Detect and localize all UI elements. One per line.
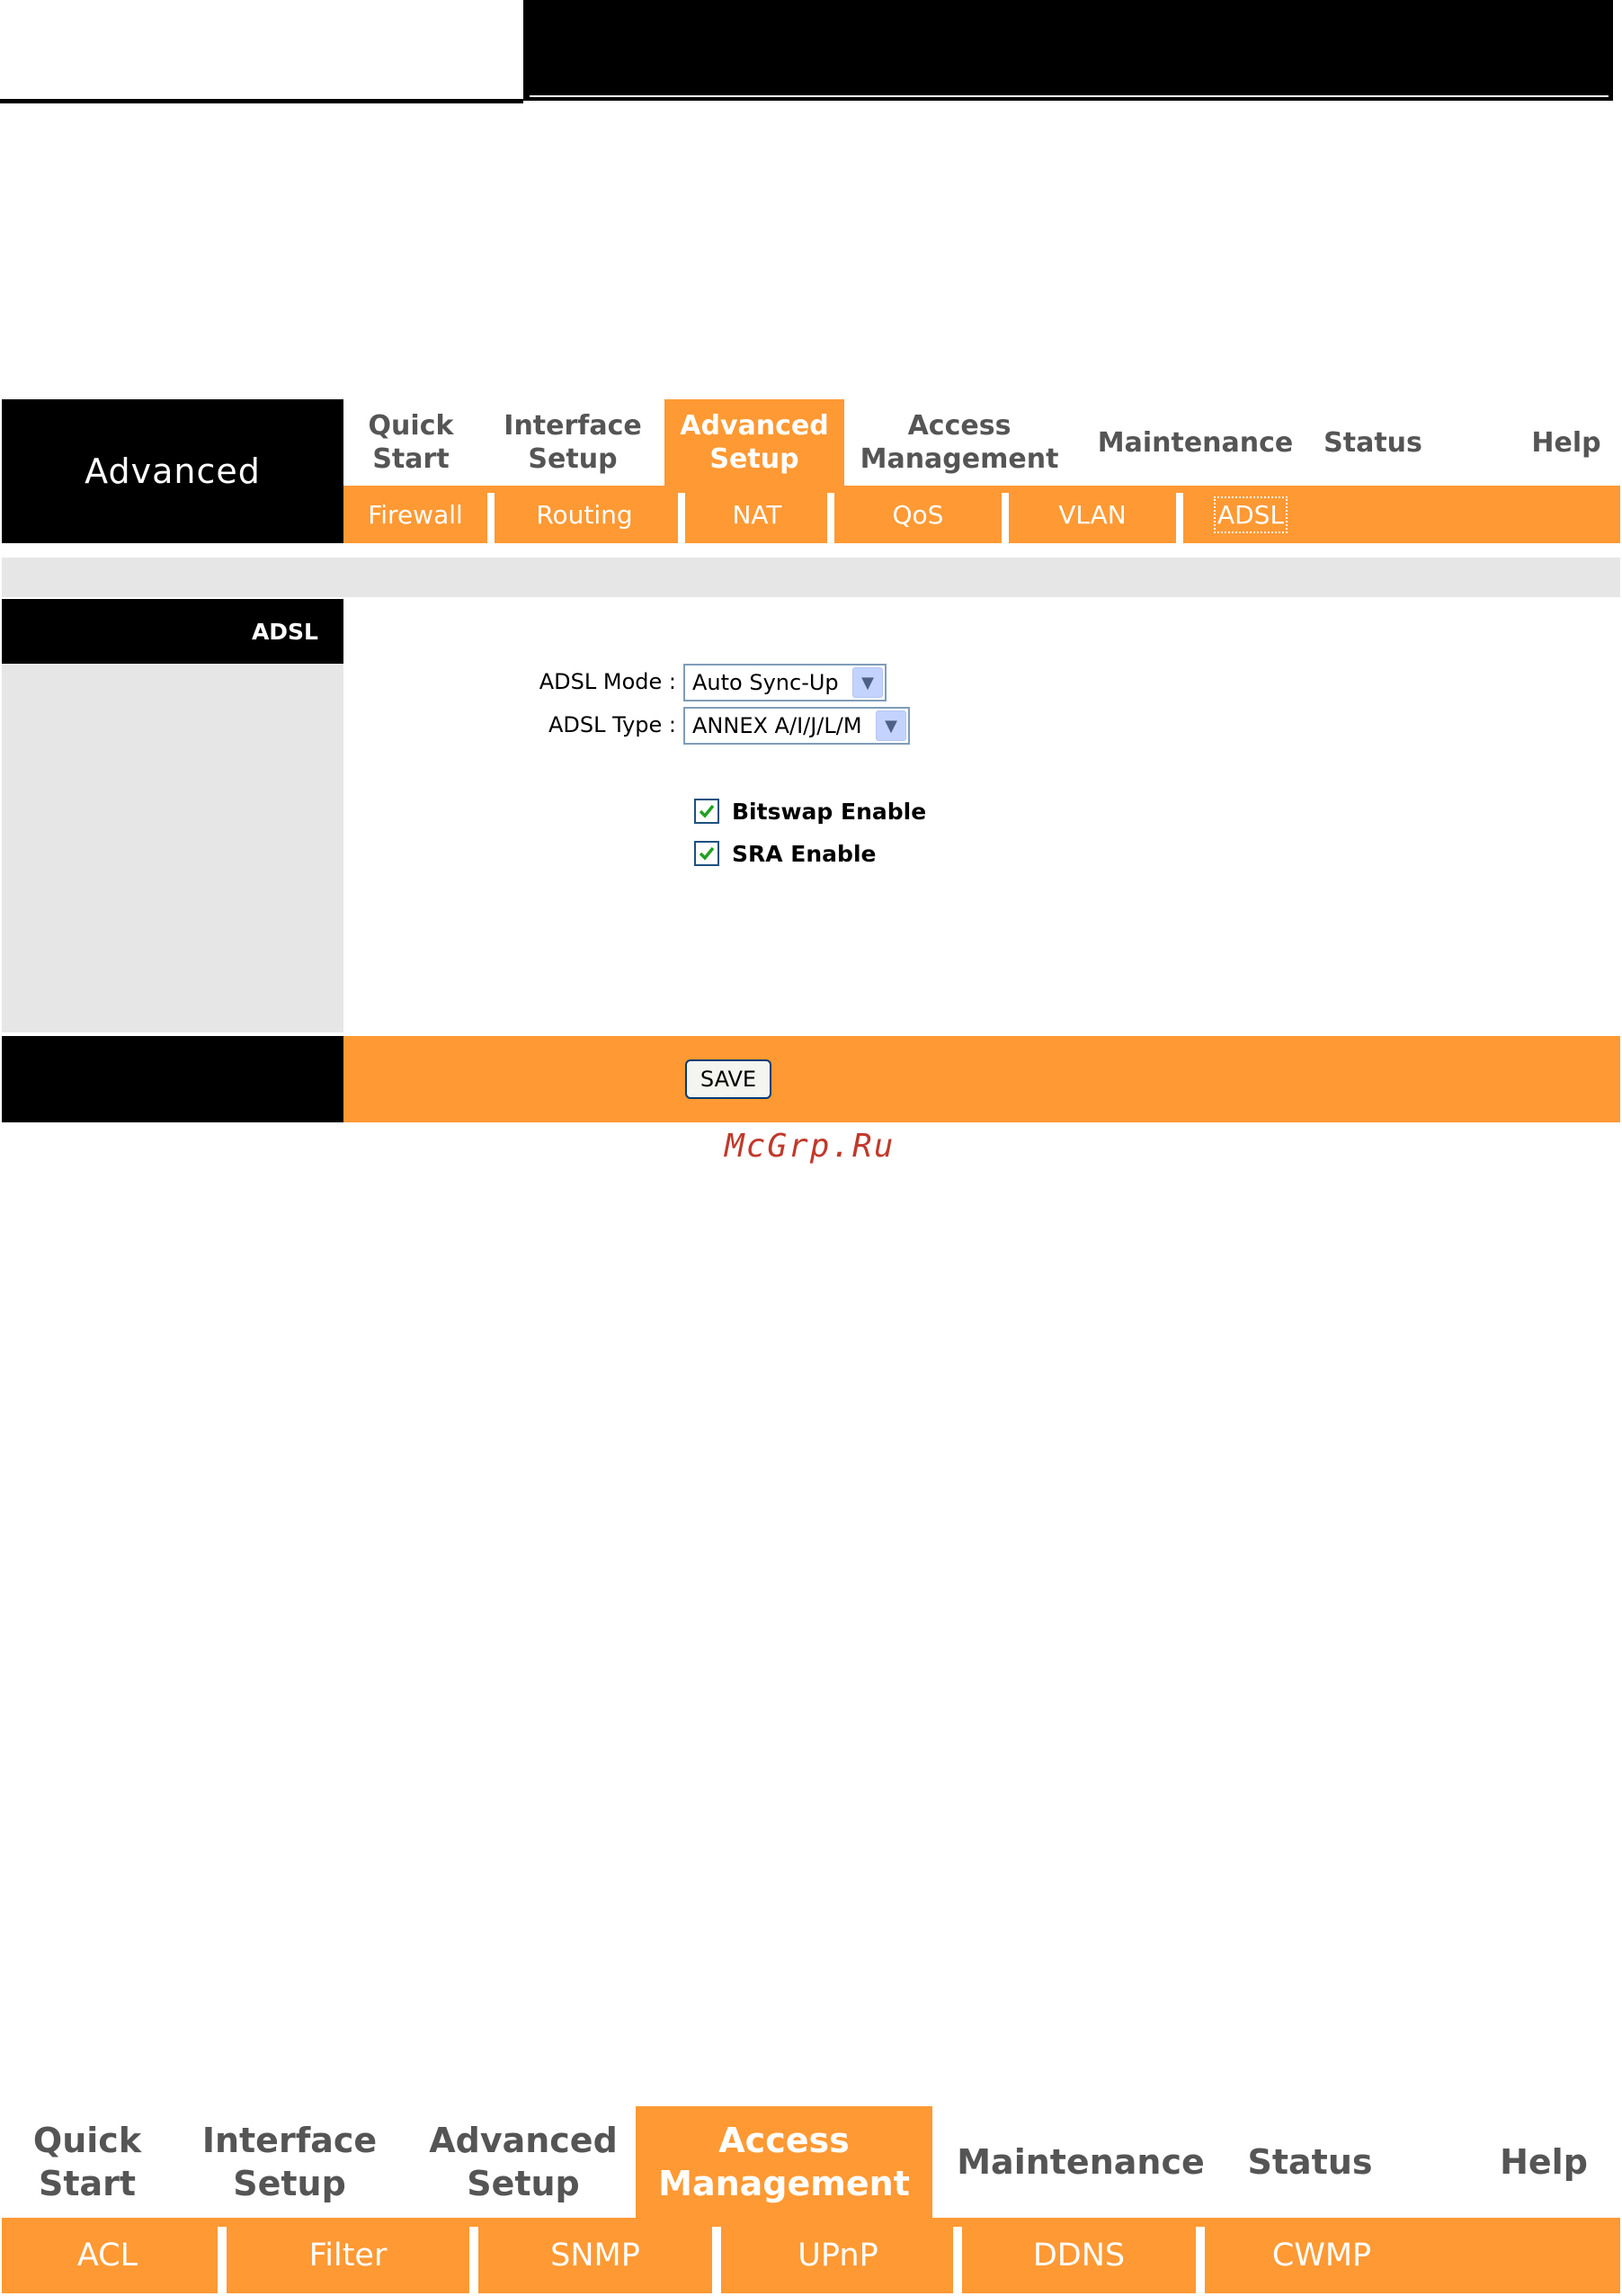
subtab-separator [712, 2227, 721, 2293]
tab-interface-setup[interactable]: Interface Setup [483, 399, 663, 486]
document-header-bar [523, 0, 1613, 101]
adsl-type-value: ANNEX A/I/J/L/M [692, 713, 862, 738]
adsl-mode-value: Auto Sync-Up [692, 670, 839, 695]
title-strip [2, 558, 1620, 597]
tab-interface-setup[interactable]: Interface Setup [182, 2106, 397, 2218]
tab-maintenance[interactable]: Maintenance [1090, 399, 1301, 486]
tab-access-management[interactable]: Access Management [636, 2106, 932, 2218]
subtab-qos[interactable]: QoS [834, 486, 1002, 543]
sidebar-section-adsl: ADSL [2, 599, 343, 664]
footer-left-panel [2, 1036, 343, 1122]
subtab-snmp[interactable]: SNMP [478, 2218, 712, 2293]
subtab-separator [1176, 493, 1183, 543]
subtab-upnp[interactable]: UPnP [721, 2218, 955, 2293]
adsl-mode-select[interactable]: Auto Sync-Up ▼ [683, 664, 887, 701]
subtab-nat[interactable]: NAT [685, 486, 829, 543]
tab-status[interactable]: Status [1315, 399, 1431, 486]
tab-help[interactable]: Help [1476, 2106, 1611, 2218]
tab-advanced-setup[interactable]: Advanced Setup [664, 399, 844, 486]
subtab-separator [827, 493, 834, 543]
checkmark-icon [699, 804, 715, 818]
tab-maintenance[interactable]: Maintenance [946, 2106, 1216, 2218]
bitswap-enable-label: Bitswap Enable [732, 799, 927, 825]
subtab-separator [469, 2227, 478, 2293]
subtab-separator [678, 493, 685, 543]
document-header-line [530, 95, 1609, 97]
subtab-separator [218, 2227, 227, 2293]
watermark: McGrp.Ru [725, 1128, 896, 1165]
bitswap-enable-checkbox[interactable] [694, 799, 719, 824]
subtab-vlan[interactable]: VLAN [1009, 486, 1176, 543]
tab-quick-start[interactable]: Quick Start [343, 399, 478, 486]
save-button[interactable]: SAVE [685, 1059, 771, 1099]
subtab-firewall[interactable]: Firewall [343, 486, 487, 543]
checkmark-icon [699, 846, 715, 861]
subtab-cwmp[interactable]: CWMP [1205, 2218, 1439, 2293]
sra-enable-checkbox[interactable] [694, 841, 719, 866]
subtab-separator [487, 493, 495, 543]
adsl-type-label: ADSL Type : [548, 712, 676, 737]
subtab-filter[interactable]: Filter [227, 2218, 469, 2293]
brand-advanced: Advanced [2, 399, 343, 543]
router-access-management-menu: Quick Start Interface Setup Advanced Set… [2, 2106, 1620, 2296]
document-header-rule [0, 99, 523, 103]
tab-quick-start[interactable]: Quick Start [2, 2106, 173, 2218]
tab-access-management[interactable]: Access Management [860, 399, 1059, 486]
sra-enable-label: SRA Enable [732, 841, 877, 867]
adsl-mode-label: ADSL Mode : [539, 669, 676, 694]
footer-bar [343, 1036, 1620, 1122]
subtab-routing[interactable]: Routing [495, 486, 674, 543]
subtab-separator [1196, 2227, 1205, 2293]
subtab-separator [1002, 493, 1009, 543]
subtab-adsl[interactable]: ADSL [1183, 486, 1318, 543]
router-advanced-adsl-panel: Advanced Quick Start Interface Setup Adv… [2, 399, 1620, 1122]
sidebar-panel [2, 664, 343, 1032]
adsl-type-select[interactable]: ANNEX A/I/J/L/M ▼ [683, 707, 910, 745]
subtab-acl[interactable]: ACL [2, 2218, 213, 2293]
chevron-down-icon: ▼ [852, 667, 883, 698]
subtab-separator [953, 2227, 962, 2293]
content-area [343, 599, 1620, 1032]
tab-help[interactable]: Help [1512, 399, 1620, 486]
subtab-ddns[interactable]: DDNS [962, 2218, 1196, 2293]
chevron-down-icon: ▼ [876, 710, 906, 741]
tab-status[interactable]: Status [1234, 2106, 1386, 2218]
tab-advanced-setup[interactable]: Advanced Setup [411, 2106, 636, 2218]
